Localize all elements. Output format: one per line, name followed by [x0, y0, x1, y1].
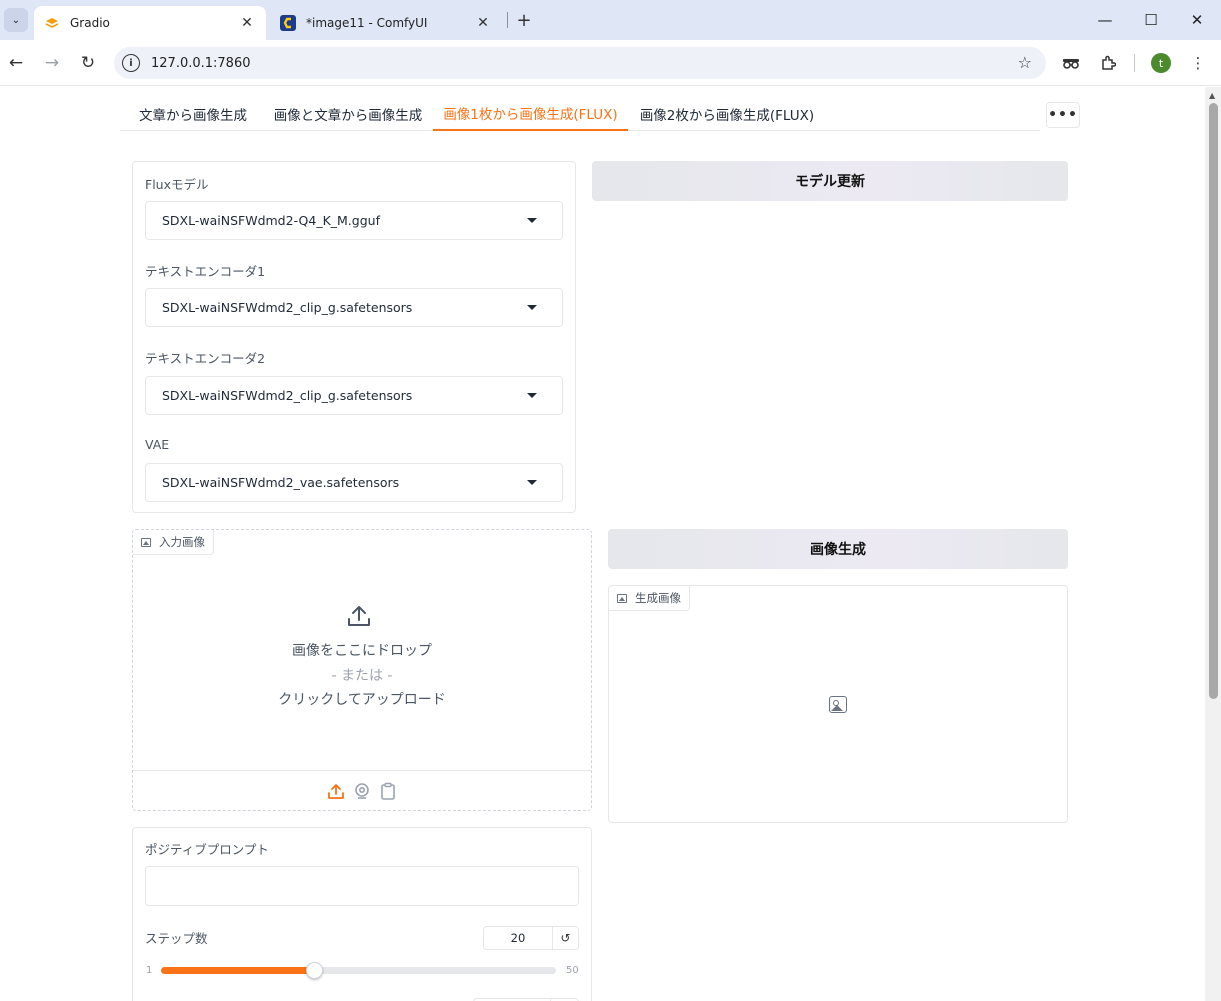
browser-menu-icon[interactable]: ⋮ — [1186, 52, 1210, 74]
bookmark-star-icon[interactable]: ☆ — [1018, 53, 1032, 72]
text-encoder1-value: SDXL-waiNSFWdmd2_clip_g.safetensors — [162, 300, 413, 315]
positive-prompt-label: ポジティブプロンプト — [145, 842, 269, 857]
steps-slider-max: 50 — [566, 965, 579, 976]
toolbar-divider — [1134, 54, 1135, 72]
browser-tab-title: *image11 - ComfyUI — [306, 16, 428, 30]
or-text: - または - — [331, 668, 393, 684]
address-bar[interactable]: i 127.0.0.1:7860 ☆ — [114, 47, 1046, 79]
steps-slider-min: 1 — [146, 965, 153, 976]
browser-tabstrip: ⌄ Gradio ✕ *image11 - ComfyUI ✕ + — ☐ ✕ — [0, 0, 1221, 40]
close-tab-icon[interactable]: ✕ — [238, 14, 256, 32]
browser-toolbar: ← → ↻ i 127.0.0.1:7860 ☆ t ⋮ — [0, 40, 1221, 86]
tab-search-button[interactable]: ⌄ — [4, 8, 28, 32]
input-image-label: 入力画像 — [133, 530, 214, 555]
text-encoder2-label: テキストエンコーダ2 — [145, 351, 266, 366]
clipboard-icon[interactable] — [379, 782, 397, 800]
scrollbar-thumb[interactable] — [1209, 103, 1218, 699]
steps-label: ステップ数 — [145, 931, 208, 946]
tab-divider — [507, 12, 508, 28]
site-info-icon[interactable]: i — [122, 54, 140, 72]
update-model-button[interactable]: モデル更新 — [592, 161, 1068, 201]
output-image-label: 生成画像 — [609, 586, 690, 611]
vae-dropdown[interactable]: SDXL-waiNSFWdmd2_vae.safetensors — [145, 463, 563, 502]
incognito-extension-icon[interactable] — [1059, 52, 1083, 74]
browser-tab-title: Gradio — [70, 16, 110, 30]
forward-arrow-icon[interactable]: → — [39, 50, 65, 76]
chevron-down-icon — [527, 480, 537, 485]
tab-image-text-to-image[interactable]: 画像と文章から画像生成 — [264, 97, 432, 131]
steps-number-input[interactable]: 20 — [483, 926, 553, 950]
output-image-panel: 生成画像 — [608, 585, 1068, 823]
maximize-window-button[interactable]: ☐ — [1128, 0, 1174, 40]
steps-slider-handle[interactable] — [306, 962, 324, 979]
image-icon — [617, 593, 627, 603]
generate-image-button[interactable]: 画像生成 — [608, 529, 1068, 569]
profile-avatar[interactable]: t — [1151, 53, 1171, 73]
text-encoder2-value: SDXL-waiNSFWdmd2_clip_g.safetensors — [162, 388, 413, 403]
webcam-icon[interactable] — [353, 782, 371, 800]
minimize-window-button[interactable]: — — [1082, 0, 1128, 40]
image-icon — [141, 537, 151, 547]
gradio-logo-icon — [44, 15, 60, 31]
tab-two-images-flux[interactable]: 画像2枚から画像生成(FLUX) — [634, 97, 820, 131]
close-window-button[interactable]: ✕ — [1174, 0, 1220, 40]
steps-slider[interactable] — [161, 962, 556, 979]
text-encoder2-dropdown[interactable]: SDXL-waiNSFWdmd2_clip_g.safetensors — [145, 376, 563, 415]
scroll-up-arrow-icon[interactable]: ▲ — [1209, 91, 1215, 100]
upload-icon — [348, 606, 370, 626]
vae-label: VAE — [145, 437, 170, 452]
reload-icon[interactable]: ↻ — [75, 50, 101, 76]
image-source-bar — [133, 770, 591, 810]
flux-model-value: SDXL-waiNSFWdmd2-Q4_K_M.gguf — [162, 213, 380, 228]
text-encoder1-label: テキストエンコーダ1 — [145, 264, 266, 279]
image-placeholder-icon — [829, 696, 847, 713]
chevron-down-icon — [527, 218, 537, 223]
drop-image-text: 画像をここにドロップ — [292, 643, 432, 659]
more-tabs-button[interactable]: ••• — [1046, 102, 1080, 128]
new-tab-button[interactable]: + — [512, 9, 536, 31]
tab-text-to-image[interactable]: 文章から画像生成 — [126, 97, 260, 131]
upload-source-icon[interactable] — [327, 782, 345, 800]
prompt-settings-panel: ポジティブプロンプト ステップ数 20 ↺ 1 50 — [132, 827, 592, 1001]
chevron-down-icon — [527, 305, 537, 310]
comfyui-logo-icon — [280, 15, 296, 31]
positive-prompt-input[interactable] — [145, 866, 579, 906]
flux-model-label: Fluxモデル — [145, 177, 209, 192]
browser-tab-gradio[interactable]: Gradio ✕ — [34, 6, 266, 40]
click-upload-text: クリックしてアップロード — [278, 692, 446, 708]
browser-tab-comfyui[interactable]: *image11 - ComfyUI ✕ — [270, 6, 502, 40]
chevron-down-icon — [527, 393, 537, 398]
back-arrow-icon[interactable]: ← — [3, 50, 29, 76]
flux-model-dropdown[interactable]: SDXL-waiNSFWdmd2-Q4_K_M.gguf — [145, 201, 563, 240]
tab-single-image-flux[interactable]: 画像1枚から画像生成(FLUX) — [433, 97, 628, 131]
url-text[interactable]: 127.0.0.1:7860 — [151, 56, 251, 71]
gradio-tab-bar: 文章から画像生成 画像と文章から画像生成 画像1枚から画像生成(FLUX) 画像… — [120, 97, 1040, 131]
close-tab-icon[interactable]: ✕ — [474, 14, 492, 32]
extensions-puzzle-icon[interactable] — [1096, 52, 1120, 74]
steps-slider-fill — [161, 967, 315, 974]
model-settings-panel: Fluxモデル SDXL-waiNSFWdmd2-Q4_K_M.gguf テキス… — [132, 161, 576, 513]
vae-value: SDXL-waiNSFWdmd2_vae.safetensors — [162, 475, 400, 490]
reset-icon[interactable]: ↺ — [553, 926, 579, 950]
input-image-upload[interactable]: 入力画像 画像をここにドロップ - または - クリックしてアップロード — [132, 529, 592, 811]
text-encoder1-dropdown[interactable]: SDXL-waiNSFWdmd2_clip_g.safetensors — [145, 288, 563, 327]
